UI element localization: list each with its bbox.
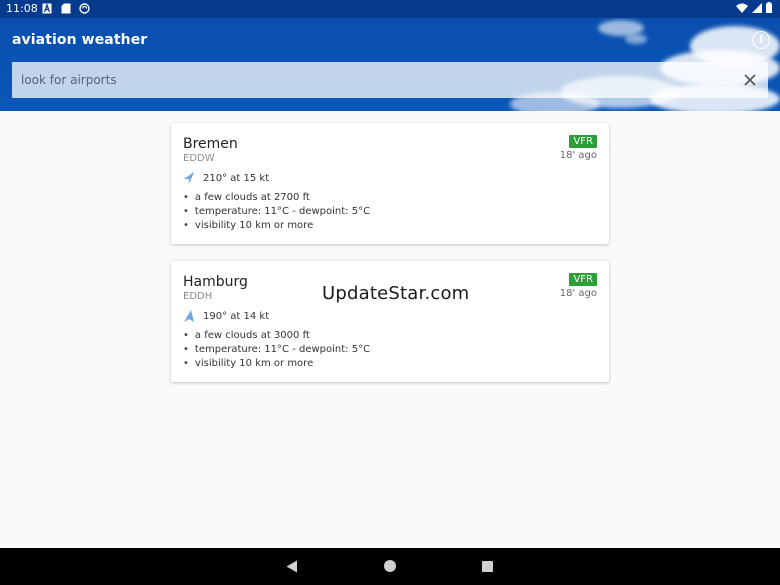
cloud-detail: a few clouds at 3000 ft <box>183 329 370 343</box>
status-time: 11:08 <box>6 2 38 15</box>
wind-info: 210° at 15 kt <box>183 171 269 185</box>
app-bar: aviation weather i <box>0 18 780 111</box>
visibility-detail: visibility 10 km or more <box>183 219 370 233</box>
airport-card-hamburg[interactable]: Hamburg EDDH VFR 18' ago 190° at 14 kt a… <box>171 261 609 382</box>
airport-card-bremen[interactable]: Bremen EDDW VFR 18' ago 210° at 15 kt a … <box>171 123 609 244</box>
weather-details: a few clouds at 2700 ft temperature: 11°… <box>183 191 370 233</box>
recents-square-icon[interactable] <box>482 561 493 572</box>
weather-details: a few clouds at 3000 ft temperature: 11°… <box>183 329 370 371</box>
observation-age: 18' ago <box>559 150 597 161</box>
info-icon[interactable]: i <box>752 31 770 49</box>
airport-icao-code: EDDW <box>183 153 215 164</box>
observation-age: 18' ago <box>559 288 597 299</box>
airport-name: Hamburg <box>183 274 248 290</box>
battery-icon <box>766 2 772 13</box>
wind-arrow-icon <box>184 172 194 184</box>
signal-icon <box>752 2 762 13</box>
temperature-detail: temperature: 11°C - dewpoint: 5°C <box>183 205 370 219</box>
wind-arrow-icon <box>184 310 194 322</box>
cloud-decoration <box>625 34 647 44</box>
airport-name: Bremen <box>183 136 238 152</box>
status-bar: 11:08 <box>0 0 780 18</box>
wind-text: 190° at 14 kt <box>203 310 270 322</box>
notification-a-icon <box>42 3 52 14</box>
wifi-icon <box>736 3 748 13</box>
sd-card-icon <box>61 3 71 14</box>
visibility-detail: visibility 10 km or more <box>183 357 370 371</box>
close-icon[interactable] <box>742 72 758 88</box>
app-title: aviation weather <box>12 32 148 48</box>
flight-category-badge: VFR <box>569 273 597 286</box>
home-circle-icon[interactable] <box>384 560 396 572</box>
watermark-text: UpdateStar.com <box>322 283 470 304</box>
back-triangle-icon[interactable] <box>286 560 298 573</box>
temperature-detail: temperature: 11°C - dewpoint: 5°C <box>183 343 370 357</box>
wind-text: 210° at 15 kt <box>203 172 270 184</box>
airport-search-bar <box>12 62 768 98</box>
airport-list: Bremen EDDW VFR 18' ago 210° at 15 kt a … <box>171 123 609 399</box>
cloud-detail: a few clouds at 2700 ft <box>183 191 370 205</box>
airport-icao-code: EDDH <box>183 291 213 302</box>
sync-icon <box>79 3 90 14</box>
flight-category-badge: VFR <box>569 135 597 148</box>
airport-search-input[interactable] <box>12 62 732 98</box>
system-nav-bar <box>0 548 780 585</box>
wind-info: 190° at 14 kt <box>183 309 269 323</box>
